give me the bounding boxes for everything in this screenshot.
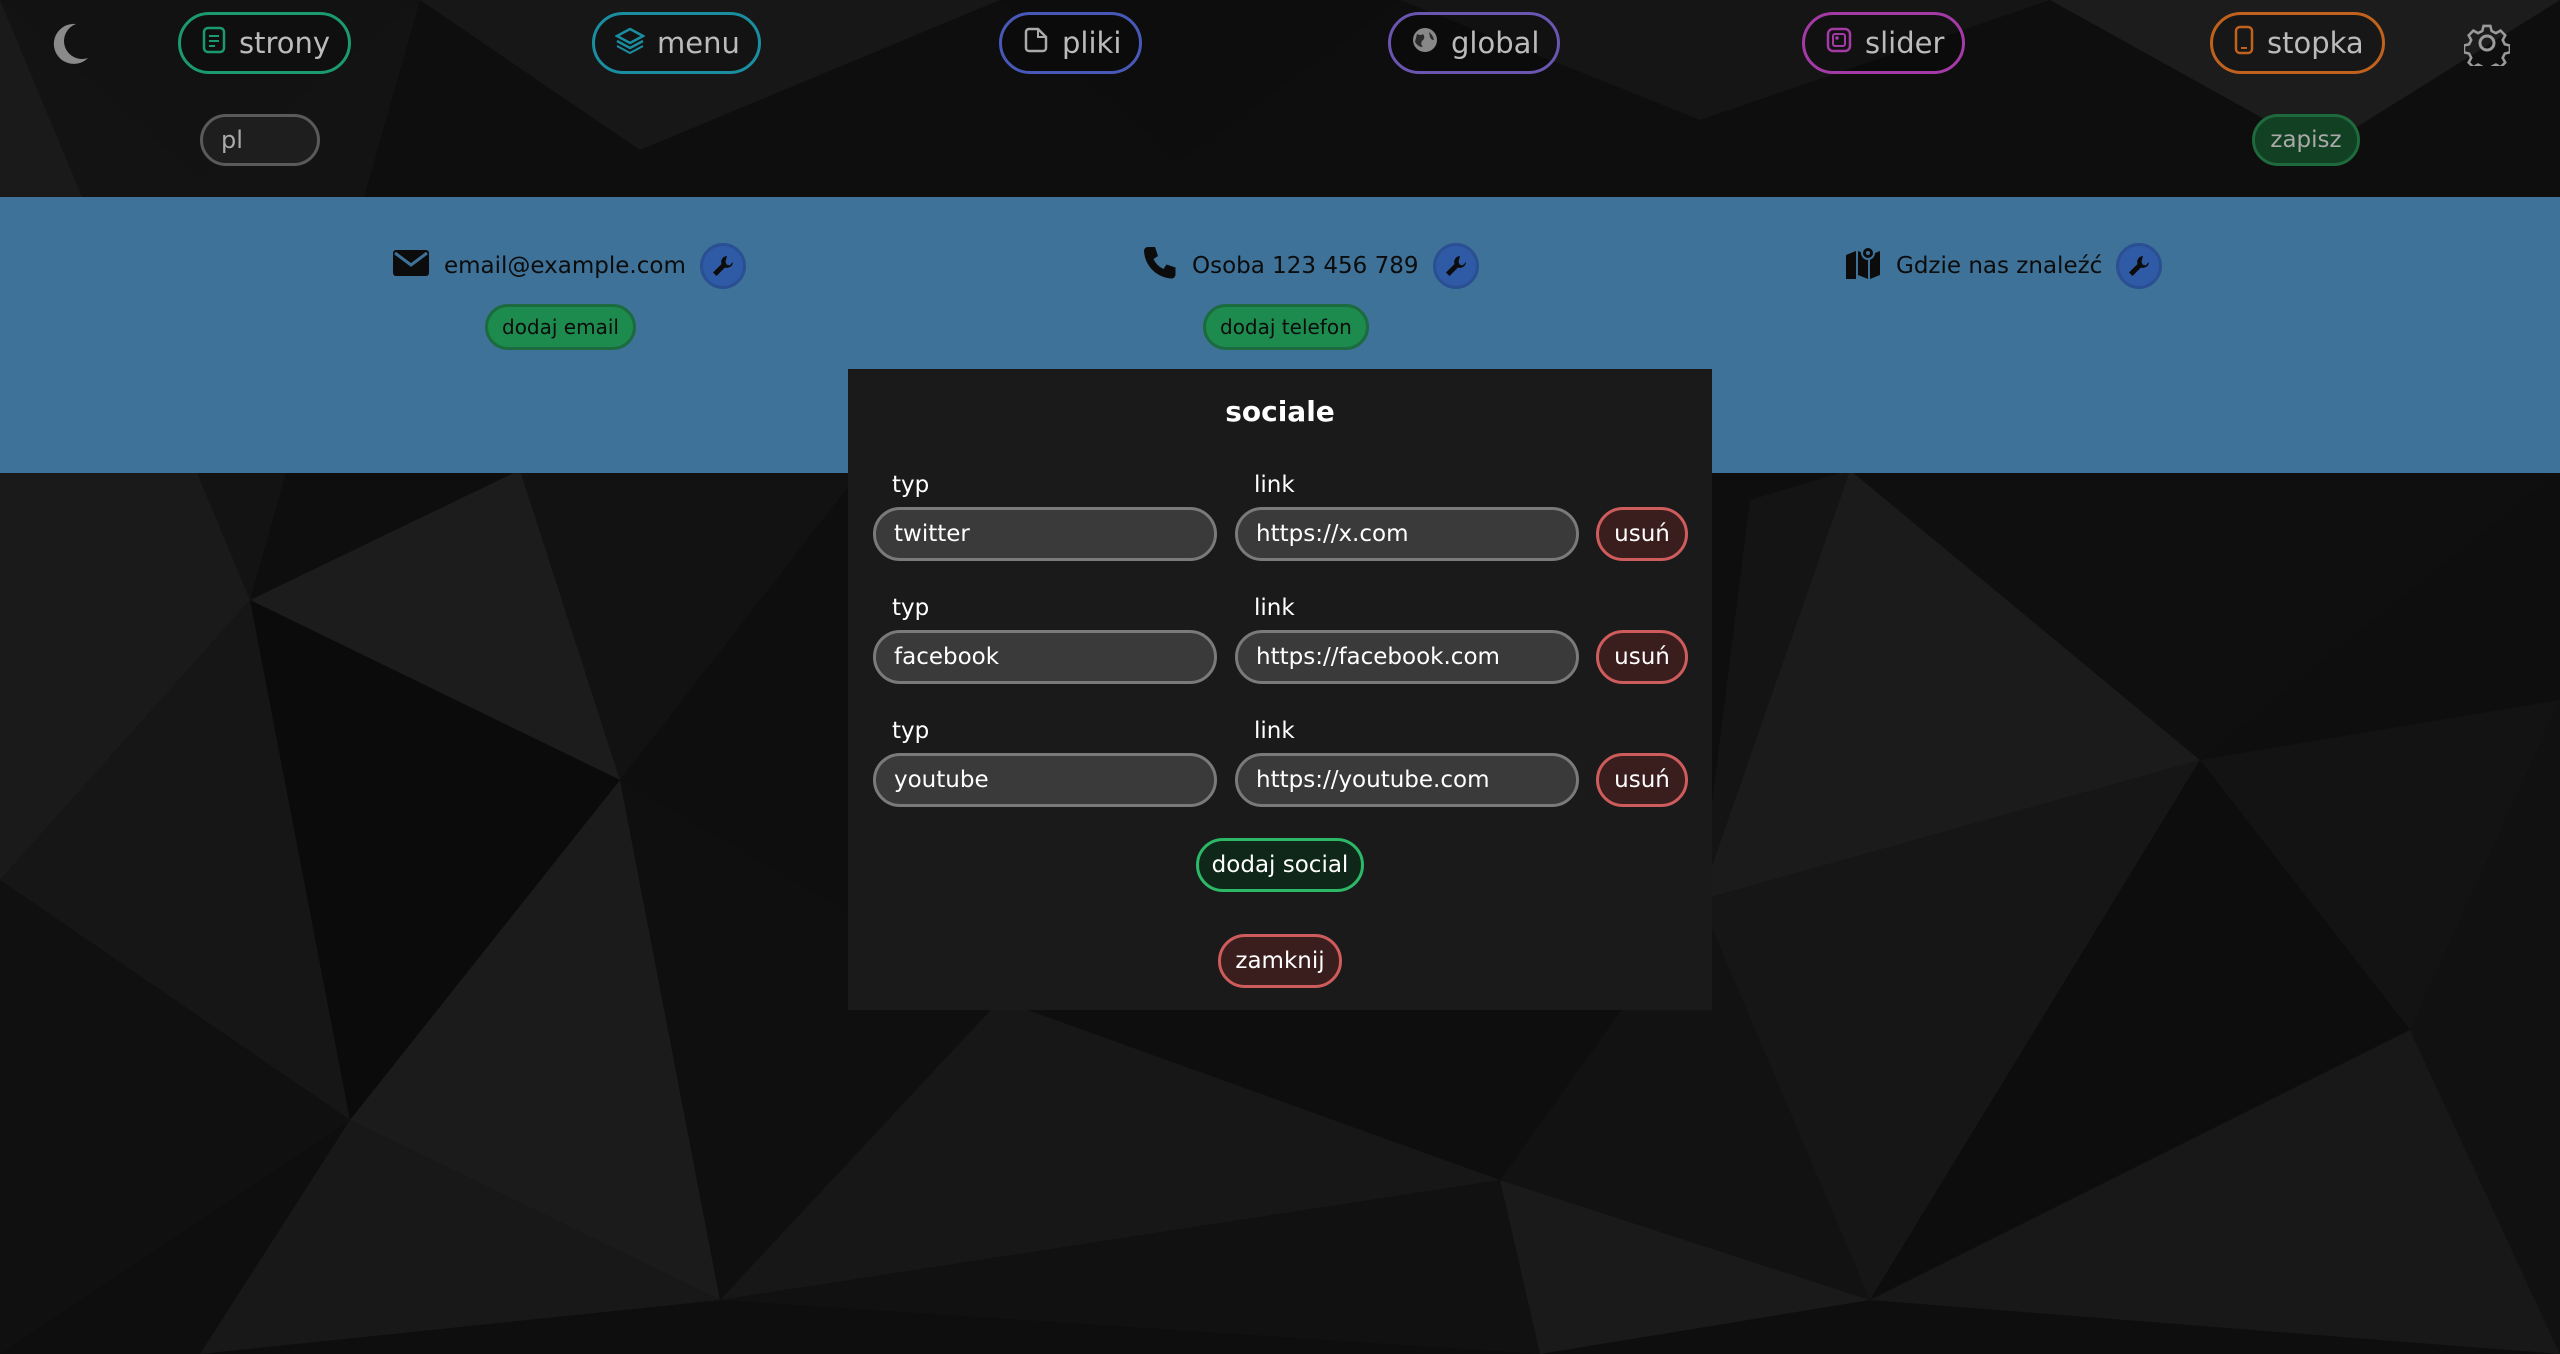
map-icon: [1844, 245, 1882, 287]
social-type-input[interactable]: [873, 630, 1217, 684]
social-link-input[interactable]: [1235, 753, 1579, 807]
nav-stopka-button[interactable]: stopka: [2210, 12, 2385, 74]
modal-title: sociale: [1225, 395, 1335, 428]
gear-icon[interactable]: [2462, 20, 2512, 74]
nav-slider-label: slider: [1865, 26, 1945, 60]
social-type-input[interactable]: [873, 507, 1217, 561]
social-link-input[interactable]: [1235, 630, 1579, 684]
type-label: typ: [892, 595, 930, 621]
nav-pliki-button[interactable]: pliki: [999, 12, 1143, 74]
delete-social-button[interactable]: usuń: [1596, 507, 1688, 561]
wrench-icon[interactable]: [699, 243, 746, 289]
delete-social-button[interactable]: usuń: [1596, 753, 1688, 807]
globe-icon: [1411, 26, 1439, 61]
delete-social-button[interactable]: usuń: [1596, 630, 1688, 684]
contact-email-text: email@example.com: [444, 253, 686, 279]
add-email-button[interactable]: dodaj email: [485, 304, 636, 350]
link-label: link: [1254, 718, 1295, 744]
link-label: link: [1254, 472, 1295, 498]
contact-email: email@example.com: [392, 243, 746, 289]
nav-slider-button[interactable]: slider: [1802, 12, 1966, 74]
type-label: typ: [892, 472, 930, 498]
add-social-button[interactable]: dodaj social: [1196, 838, 1364, 892]
phone-device-icon: [2233, 25, 2255, 62]
contact-phone: Osoba 123 456 789: [1142, 243, 1479, 289]
save-button[interactable]: zapisz: [2252, 114, 2360, 166]
link-label: link: [1254, 595, 1295, 621]
social-link-input[interactable]: [1235, 507, 1579, 561]
nav-menu-button[interactable]: menu: [592, 12, 761, 74]
image-icon: [1825, 26, 1853, 61]
wrench-icon[interactable]: [2116, 243, 2163, 289]
phone-icon: [1142, 245, 1178, 287]
social-type-input[interactable]: [873, 753, 1217, 807]
file-icon: [1022, 26, 1050, 61]
close-modal-button[interactable]: zamknij: [1218, 934, 1342, 988]
language-input[interactable]: [200, 114, 320, 166]
add-phone-button[interactable]: dodaj telefon: [1203, 304, 1369, 350]
nav-stopka-label: stopka: [2267, 26, 2364, 60]
contact-location: Gdzie nas znaleźć: [1844, 243, 2163, 289]
wrench-icon[interactable]: [1432, 243, 1479, 289]
layers-icon: [614, 26, 646, 61]
envelope-icon: [392, 248, 430, 284]
moon-icon[interactable]: [48, 20, 92, 70]
contact-location-text: Gdzie nas znaleźć: [1896, 253, 2103, 279]
contact-phone-text: Osoba 123 456 789: [1192, 253, 1419, 279]
type-label: typ: [892, 718, 930, 744]
nav-global-label: global: [1451, 26, 1540, 60]
nav-strony-button[interactable]: strony: [178, 12, 352, 74]
socials-modal: sociale typ link usuń typ link usuń typ …: [848, 369, 1712, 1010]
nav-strony-label: strony: [239, 26, 331, 60]
nav-pliki-label: pliki: [1062, 26, 1122, 60]
nav-global-button[interactable]: global: [1388, 12, 1561, 74]
document-icon: [201, 26, 227, 61]
nav-menu-label: menu: [657, 26, 740, 60]
